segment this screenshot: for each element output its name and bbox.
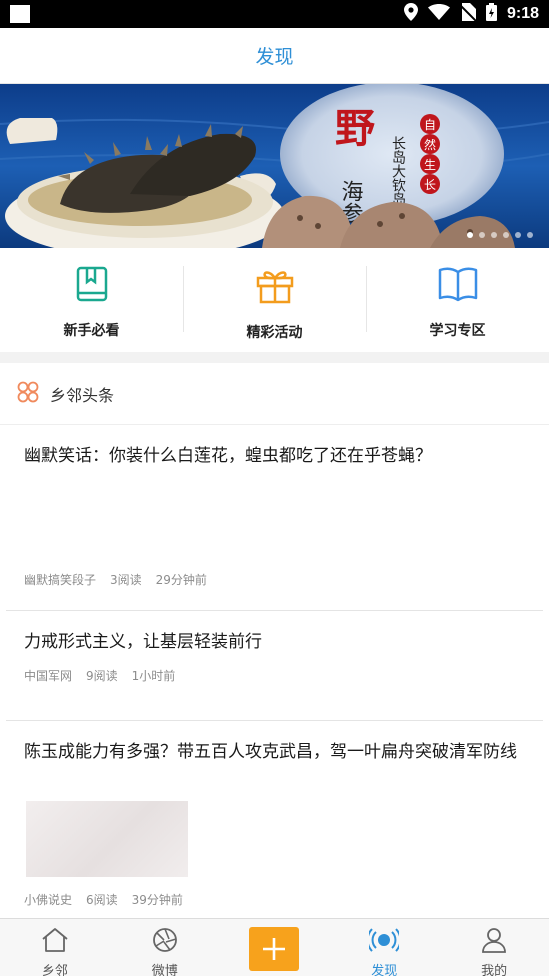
svg-text:自: 自	[424, 118, 436, 132]
news-reads: 6阅读	[86, 893, 118, 907]
news-reads: 9阅读	[86, 669, 118, 683]
svg-text:然: 然	[424, 137, 436, 152]
no-sim-icon	[459, 3, 477, 25]
clover-icon	[16, 380, 40, 408]
book-icon	[74, 266, 110, 306]
page-title: 发现	[255, 46, 294, 68]
quick-link-study[interactable]: 学习专区	[366, 248, 549, 352]
title-bar: 发现	[0, 28, 549, 84]
section-header: 乡邻头条	[0, 363, 549, 425]
svg-text:长: 长	[424, 178, 436, 192]
carousel-dot	[527, 232, 533, 238]
news-time: 39分钟前	[131, 893, 183, 907]
tab-publish[interactable]	[220, 919, 330, 976]
news-item[interactable]: 幽默笑话：你装什么白莲花，蝗虫都吃了还在乎苍蝇？ 幽默搞笑段子 3阅读 29分钟…	[6, 425, 543, 611]
tab-weibo[interactable]: 微博	[110, 919, 220, 976]
house-icon	[40, 927, 70, 957]
battery-icon	[485, 3, 497, 25]
plus-icon	[249, 927, 300, 971]
svg-text:生: 生	[424, 158, 436, 172]
quick-link-events[interactable]: 精彩活动	[183, 248, 366, 352]
clock: 9:18	[506, 5, 539, 22]
gift-icon	[255, 266, 295, 308]
news-item[interactable]: 陈玉成能力有多强？带五百人攻克武昌，驾一叶扁舟突破清军防线 小佛说史 6阅读 3…	[6, 721, 543, 918]
quick-links: 新手必看 精彩活动 学习专区	[0, 248, 549, 352]
bottom-tab-bar: 乡邻 微博 发现 我的	[0, 918, 549, 976]
wifi-icon	[427, 4, 450, 24]
open-book-icon	[438, 266, 478, 306]
news-title: 力戒形式主义，让基层轻装前行	[24, 632, 262, 652]
tab-label: 发现	[371, 964, 398, 976]
news-time: 1小时前	[131, 669, 176, 683]
tab-label: 乡邻	[41, 964, 68, 976]
news-reads: 3阅读	[110, 573, 142, 587]
news-meta: 小佛说史 6阅读 39分钟前	[24, 891, 183, 908]
banner-carousel[interactable]: 野 海参 长岛大钦岛 自 然 生 长	[0, 84, 549, 248]
section-title: 乡邻头条	[50, 385, 115, 405]
location-icon	[403, 3, 418, 25]
carousel-dot	[491, 232, 497, 238]
news-title: 幽默笑话：你装什么白莲花，蝗虫都吃了还在乎苍蝇？	[24, 446, 432, 466]
carousel-dot	[503, 232, 509, 238]
tab-label: 我的	[481, 964, 508, 976]
news-time: 29分钟前	[155, 573, 207, 587]
news-source: 幽默搞笑段子	[24, 573, 97, 587]
tab-label: 微博	[151, 964, 178, 976]
quick-link-label: 学习专区	[429, 323, 486, 339]
news-title: 陈玉成能力有多强？带五百人攻克武昌，驾一叶扁舟突破清军防线	[24, 742, 517, 762]
tab-neighbors[interactable]: 乡邻	[0, 919, 110, 976]
banner-image: 野 海参 长岛大钦岛 自 然 生 长	[0, 84, 549, 248]
person-icon	[481, 927, 507, 957]
news-thumbnail	[26, 801, 188, 877]
carousel-dot	[479, 232, 485, 238]
news-item[interactable]: 力戒形式主义，让基层轻装前行 中国军网 9阅读 1小时前	[6, 611, 543, 721]
quick-link-label: 新手必看	[63, 323, 120, 339]
quick-link-newbie[interactable]: 新手必看	[0, 248, 183, 352]
carousel-dot	[467, 232, 473, 238]
news-source: 中国军网	[24, 669, 73, 683]
news-section: 乡邻头条 幽默笑话：你装什么白莲花，蝗虫都吃了还在乎苍蝇？ 幽默搞笑段子 3阅读…	[0, 363, 549, 918]
news-meta: 中国军网 9阅读 1小时前	[24, 667, 175, 684]
notification-icon	[10, 5, 30, 23]
tab-discover[interactable]: 发现	[329, 919, 439, 976]
tab-mine[interactable]: 我的	[439, 919, 549, 976]
banner-headline: 野	[335, 105, 375, 152]
quick-link-label: 精彩活动	[246, 325, 303, 341]
status-bar: 9:18	[0, 0, 549, 28]
aperture-icon	[152, 927, 178, 957]
news-meta: 幽默搞笑段子 3阅读 29分钟前	[24, 571, 207, 588]
carousel-dot	[515, 232, 521, 238]
news-source: 小佛说史	[24, 893, 73, 907]
carousel-dots	[467, 232, 533, 238]
broadcast-icon	[366, 927, 402, 957]
banner-side-text: 长岛大钦岛	[390, 136, 406, 206]
